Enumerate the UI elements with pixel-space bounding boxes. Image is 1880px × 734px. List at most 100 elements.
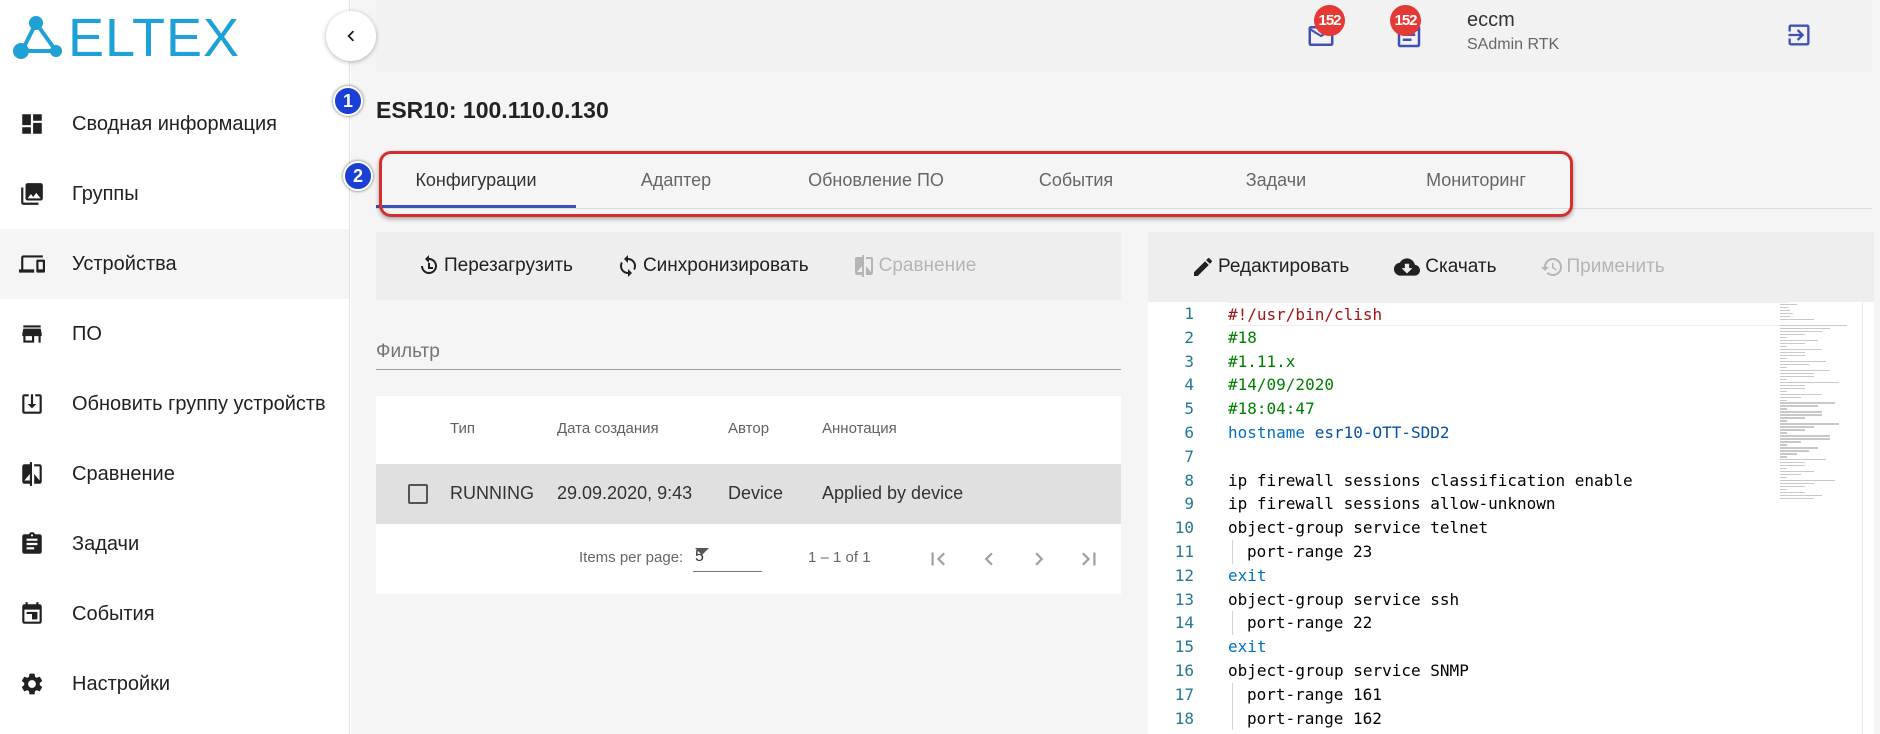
last-page-icon: [1082, 552, 1096, 566]
minimap-line: [1780, 426, 1814, 428]
sidebar-item-groups[interactable]: Группы: [0, 159, 349, 229]
table-row[interactable]: RUNNING 29.09.2020, 9:43 Device Applied …: [376, 464, 1121, 524]
code-area[interactable]: #!/usr/bin/clish #18 #1.11.x #14/09/2020 #18…: [1228, 302, 1788, 731]
sidebar-item-events[interactable]: События: [0, 579, 349, 649]
code-line[interactable]: object-group service SNMP: [1228, 659, 1788, 683]
line-number: 7: [1184, 446, 1194, 466]
user-name: eccm: [1467, 9, 1515, 31]
sidebar-item-label: Сравнение: [72, 462, 175, 485]
column-header-type[interactable]: Тип: [450, 420, 475, 437]
sidebar-item-label: Сводная информация: [72, 112, 277, 135]
code-line[interactable]: object-group service ssh: [1228, 588, 1788, 612]
apply-button[interactable]: Применить: [1539, 254, 1665, 280]
minimap-line: [1780, 324, 1848, 327]
minimap-line: [1780, 312, 1794, 315]
sync-button[interactable]: Синхронизировать: [615, 253, 809, 279]
config-editor[interactable]: 1 2 3 4 5 6 7 8 9 10 11 12 13 14 15 16 17 18 #!/usr/bin/c…: [1148, 302, 1874, 734]
minimap-line: [1780, 497, 1814, 500]
sidebar-item-tasks[interactable]: Задачи: [0, 509, 349, 579]
next-page-button[interactable]: [1022, 542, 1056, 576]
code-line[interactable]: port-range 161: [1228, 682, 1788, 707]
config-table: Тип Дата создания Автор Аннотация RUNNIN…: [376, 396, 1121, 594]
code-line[interactable]: port-range 23: [1228, 539, 1788, 564]
line-number: 15: [1174, 637, 1194, 657]
sidebar-item-compare[interactable]: Сравнение: [0, 439, 349, 509]
sidebar-collapse-button[interactable]: [326, 11, 376, 61]
code-line[interactable]: [1228, 445, 1788, 469]
code-line[interactable]: #14/09/2020: [1228, 373, 1788, 397]
tab-monitoring[interactable]: Мониторинг: [1376, 152, 1576, 208]
code-line[interactable]: #18: [1228, 326, 1788, 350]
filter-input[interactable]: [376, 334, 1121, 369]
minimap-line: [1780, 396, 1801, 398]
line-number: 17: [1174, 684, 1194, 704]
last-page-button[interactable]: [1072, 542, 1106, 576]
filter-field[interactable]: [376, 334, 1121, 370]
column-header-created[interactable]: Дата создания: [557, 420, 659, 437]
download-button[interactable]: Скачать: [1391, 254, 1497, 280]
code-token: #14/09/2020: [1228, 375, 1334, 395]
logout-button[interactable]: [1781, 17, 1817, 53]
code-line[interactable]: #!/usr/bin/clish: [1228, 302, 1788, 326]
items-per-page-select[interactable]: 5: [693, 546, 762, 572]
code-line[interactable]: #18:04:47: [1228, 397, 1788, 421]
previous-page-button[interactable]: [972, 542, 1006, 576]
top-bar: 152 152 eccm SAdmin RTK: [376, 0, 1872, 72]
minimap-line: [1780, 474, 1801, 476]
editor-toolbar: Редактировать Скачать Применить: [1148, 232, 1874, 302]
tab-software-update[interactable]: Обновление ПО: [776, 152, 976, 208]
tab-configurations[interactable]: Конфигурации: [376, 152, 576, 208]
code-line[interactable]: object-group service telnet: [1228, 516, 1788, 540]
sidebar-item-devices[interactable]: Устройства: [0, 229, 349, 299]
compare-icon: [18, 460, 46, 488]
pencil-icon: [1190, 254, 1216, 280]
minimap-line: [1780, 444, 1787, 446]
code-token: port-range 162: [1247, 708, 1382, 728]
column-header-author[interactable]: Автор: [728, 420, 769, 437]
cell-type: RUNNING: [450, 483, 534, 503]
minimap-line: [1780, 306, 1789, 309]
code-line[interactable]: ip firewall sessions allow-unknown: [1228, 492, 1788, 516]
table-header: Тип Дата создания Автор Аннотация: [376, 396, 1121, 464]
tab-events[interactable]: События: [976, 152, 1176, 208]
minimap-line: [1780, 441, 1801, 443]
column-header-annotation[interactable]: Аннотация: [822, 420, 897, 437]
eltex-logo[interactable]: ELTEX: [12, 8, 240, 68]
minimap-line: [1780, 402, 1835, 404]
editor-minimap[interactable]: [1780, 304, 1864, 514]
code-line[interactable]: #1.11.x: [1228, 350, 1788, 374]
sidebar: ELTEX Сводная информация Группы Устройст…: [0, 0, 350, 734]
reload-button[interactable]: Перезагрузить: [416, 253, 573, 279]
minimap-line: [1780, 405, 1818, 407]
compare-button[interactable]: Сравнение: [851, 253, 976, 279]
code-token: exit: [1228, 637, 1267, 657]
line-number: 11: [1174, 541, 1194, 561]
edit-button[interactable]: Редактировать: [1190, 254, 1349, 280]
minimap-line: [1780, 304, 1797, 306]
editor-scrollbar[interactable]: [1862, 302, 1874, 734]
code-token: hostname: [1228, 422, 1306, 442]
code-line[interactable]: port-range 22: [1228, 611, 1788, 636]
code-line[interactable]: port-range 162: [1228, 706, 1788, 731]
tab-adapter[interactable]: Адаптер: [576, 152, 776, 208]
row-checkbox[interactable]: [408, 484, 428, 504]
code-line[interactable]: exit: [1228, 564, 1788, 588]
first-page-button[interactable]: [921, 542, 955, 576]
dropdown-arrow-icon: [695, 548, 709, 555]
callout-marker-1: 1: [333, 86, 363, 116]
code-line[interactable]: exit: [1228, 635, 1788, 659]
tab-tasks[interactable]: Задачи: [1176, 152, 1376, 208]
chevron-left-icon: [347, 30, 355, 42]
minimap-line: [1780, 309, 1791, 312]
sidebar-item-update-group[interactable]: Обновить группу устройств: [0, 369, 349, 439]
minimap-line: [1780, 351, 1806, 354]
sidebar-item-summary[interactable]: Сводная информация: [0, 89, 349, 159]
sidebar-item-settings[interactable]: Настройки: [0, 649, 349, 719]
code-line[interactable]: ip firewall sessions classification enab…: [1228, 469, 1788, 493]
download-label: Скачать: [1425, 256, 1497, 277]
minimap-line: [1780, 477, 1787, 479]
sidebar-item-software[interactable]: ПО: [0, 299, 349, 369]
sync-icon: [615, 253, 641, 279]
code-token: esr10-OTT-SDD2: [1305, 422, 1450, 442]
code-line[interactable]: hostname esr10-OTT-SDD2: [1228, 421, 1788, 445]
